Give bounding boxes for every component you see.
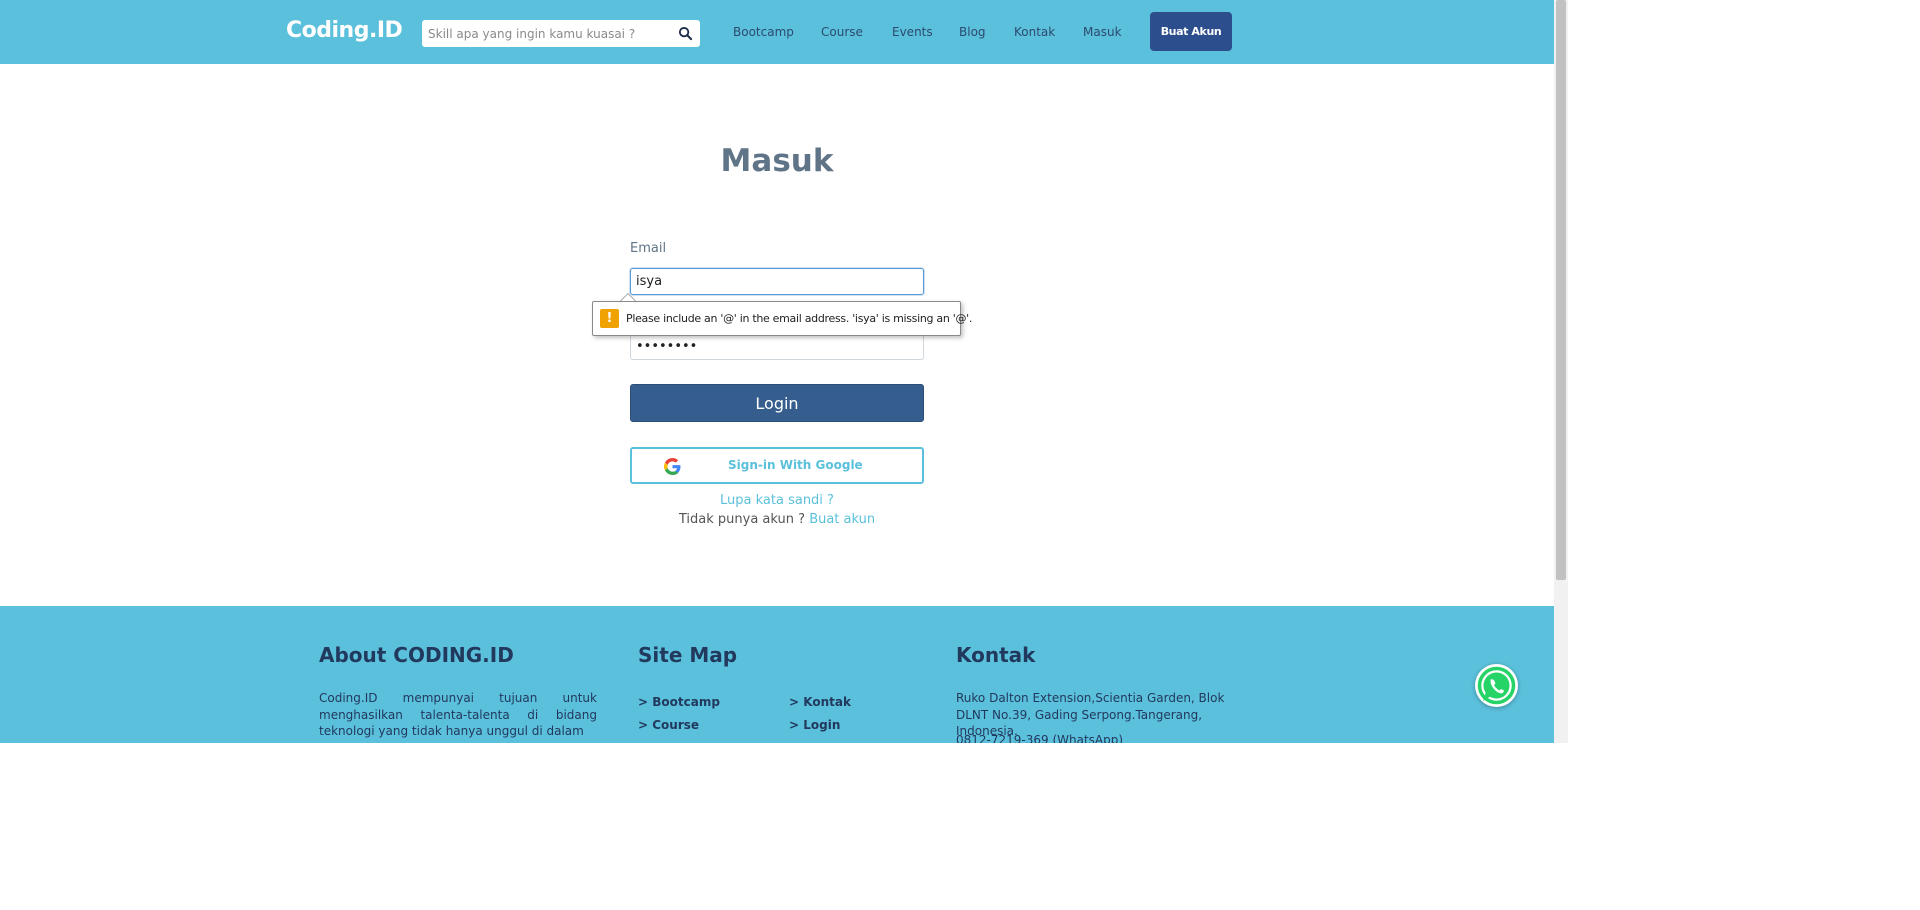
page-scrollbar[interactable] [1554, 0, 1568, 743]
password-field[interactable] [630, 333, 924, 360]
footer-sitemap-title: Site Map [638, 643, 738, 667]
validation-tooltip: ! Please include an '@' in the email add… [592, 293, 972, 336]
footer-about-title: About CODING.ID [319, 643, 514, 667]
scrollbar-thumb[interactable] [1556, 0, 1566, 580]
create-account-link[interactable]: Buat akun [809, 512, 875, 527]
forgot-password-link[interactable]: Lupa kata sandi ? [0, 493, 1554, 508]
footer-link-login[interactable]: > Login [789, 718, 840, 732]
google-icon [664, 458, 681, 475]
nav-events[interactable]: Events [892, 25, 933, 39]
nav-course[interactable]: Course [821, 25, 863, 39]
nav-bootcamp[interactable]: Bootcamp [733, 25, 794, 39]
whatsapp-button[interactable] [1475, 664, 1518, 707]
search-box [422, 20, 700, 47]
signup-button[interactable]: Buat Akun [1150, 12, 1232, 51]
footer-phone: 0812-7219-369 (WhatsApp) [956, 733, 1124, 743]
footer-about-text: Coding.ID mempunyai tujuan untuk menghas… [319, 691, 597, 738]
search-icon[interactable] [678, 26, 693, 41]
tooltip-arrow [620, 293, 636, 301]
no-account-text: Tidak punya akun ? Buat akun [0, 512, 1554, 527]
top-navbar: Coding.ID Bootcamp Course Events Blog Ko… [0, 0, 1554, 64]
nav-blog[interactable]: Blog [959, 25, 986, 39]
nav-masuk[interactable]: Masuk [1083, 25, 1122, 39]
footer-contact-title: Kontak [956, 643, 1036, 667]
site-logo[interactable]: Coding.ID [286, 18, 403, 43]
footer-link-bootcamp[interactable]: > Bootcamp [638, 695, 720, 709]
footer-link-course[interactable]: > Course [638, 718, 699, 732]
google-signin-button[interactable]: Sign-in With Google [630, 447, 924, 484]
page-title: Masuk [720, 143, 834, 179]
search-input[interactable] [428, 24, 668, 43]
no-account-label: Tidak punya akun ? [678, 512, 806, 527]
warning-icon: ! [600, 309, 619, 328]
footer-link-kontak[interactable]: > Kontak [789, 695, 851, 709]
whatsapp-icon [1477, 666, 1516, 705]
validation-message: Please include an '@' in the email addre… [626, 312, 973, 325]
email-field[interactable] [630, 268, 924, 295]
google-button-label: Sign-in With Google [728, 458, 863, 472]
email-label: Email [630, 241, 667, 256]
login-button[interactable]: Login [630, 384, 924, 422]
nav-kontak[interactable]: Kontak [1014, 25, 1055, 39]
footer: About CODING.ID Coding.ID mempunyai tuju… [0, 606, 1554, 743]
